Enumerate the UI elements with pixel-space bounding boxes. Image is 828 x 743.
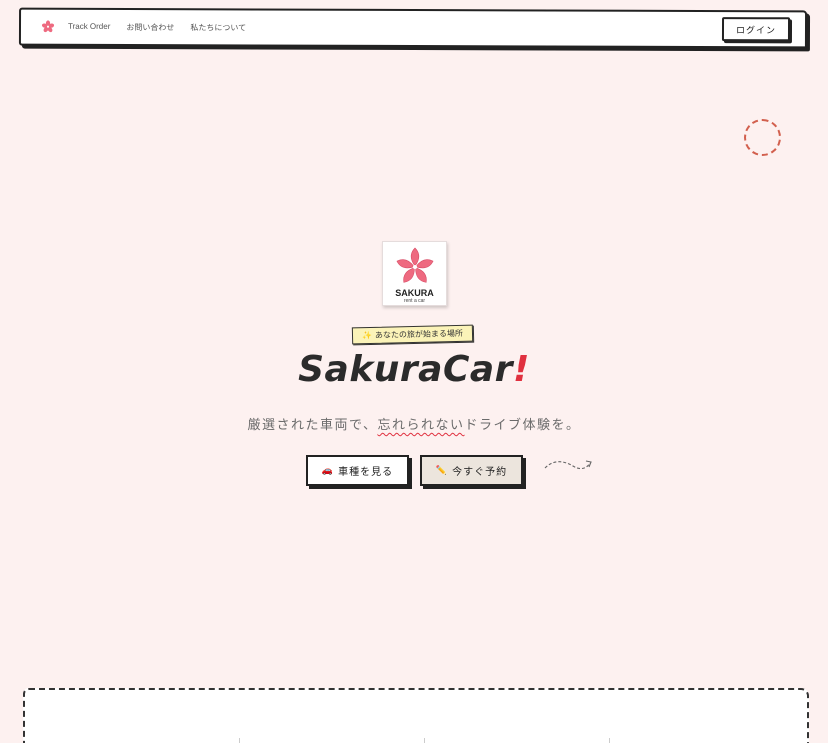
nav-link-about[interactable]: 私たちについて: [190, 22, 246, 33]
page: Track Order お問い合わせ 私たちについて ログイン SAKURA r…: [0, 0, 828, 743]
nav-link-contact[interactable]: お問い合わせ: [126, 22, 174, 33]
top-navbar: Track Order お問い合わせ 私たちについて ログイン: [18, 7, 808, 49]
book-now-button[interactable]: ✏️ 今すぐ予約: [420, 455, 523, 486]
panel-divider: [239, 738, 240, 743]
sakura-logo-icon[interactable]: [41, 20, 55, 34]
exclamation-mark: !: [512, 349, 530, 390]
panel-divider: [424, 738, 425, 743]
pencil-icon: ✏️: [435, 465, 449, 475]
squiggle-arrow-icon: [544, 460, 592, 470]
subtitle-part-2: ドライブ体験を。: [464, 418, 581, 433]
logo-word: SAKURA: [395, 288, 434, 298]
nav-link-track-order[interactable]: Track Order: [68, 22, 110, 33]
logo-subtext: rent a car: [403, 298, 426, 304]
subtitle-part-1: 厳選された車両で、: [247, 418, 378, 433]
hero-logo: SAKURA rent a car: [382, 241, 447, 306]
login-button[interactable]: ログイン: [721, 17, 791, 42]
sakura-flower-icon: [396, 247, 433, 283]
panel-divider: [609, 738, 610, 743]
view-cars-label: 車種を見る: [338, 467, 394, 478]
sparkle-icon: ✨: [361, 330, 373, 341]
tagline-badge: ✨ あなたの旅が始まる場所: [351, 324, 474, 345]
book-now-label: 今すぐ予約: [452, 467, 508, 478]
hero-subtitle: 厳選された車両で、忘れられないドライブ体験を。: [0, 414, 828, 433]
view-cars-button[interactable]: 🚗 車種を見る: [306, 455, 409, 486]
nav-links: Track Order お問い合わせ 私たちについて: [68, 22, 246, 34]
hero-title: SakuraCar!: [0, 349, 828, 390]
subtitle-emphasis: 忘れられない: [377, 418, 465, 433]
bottom-panel: [23, 688, 809, 743]
car-icon: 🚗: [321, 465, 335, 475]
decorative-dashed-circle: [744, 119, 781, 156]
hero-title-text: SakuraCar: [298, 349, 513, 390]
tagline-text: あなたの旅が始まる場所: [374, 328, 464, 340]
